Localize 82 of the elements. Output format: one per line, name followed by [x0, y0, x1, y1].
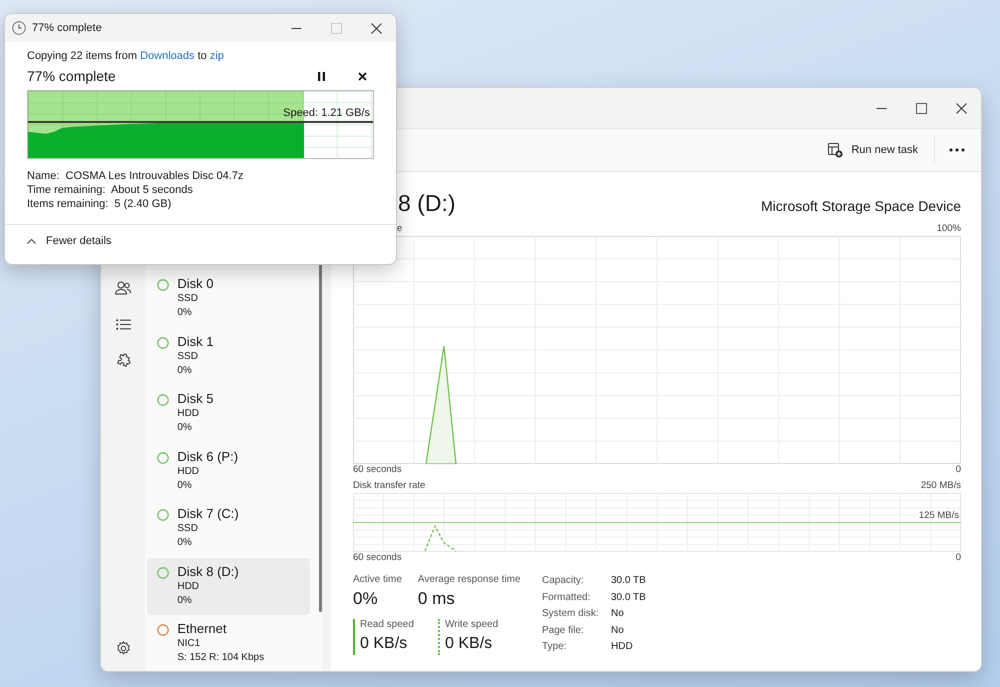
device-name: Disk 0 [177, 276, 214, 292]
device-name: Disk 5 [177, 391, 214, 408]
device-usage: 0% [177, 594, 193, 608]
close-icon [370, 22, 382, 34]
chart-min-label: 0 [956, 552, 961, 564]
chart-label: Disk transfer rate [353, 480, 426, 492]
fewer-details-button[interactable]: Fewer details [27, 235, 112, 247]
property-value: No [611, 607, 625, 622]
device-name: Disk 6 (P:) [177, 448, 238, 465]
property-label: Type: [542, 640, 568, 654]
chart-max-label: 100% [936, 223, 961, 235]
property-value: HDD [611, 640, 634, 654]
device-type: SSD [177, 522, 199, 536]
time-axis-label: 60 seconds [353, 552, 402, 564]
detail-text: Time remaining: About 5 seconds [27, 183, 194, 197]
property-label: Capacity: [542, 574, 585, 588]
device-type: HDD [177, 407, 200, 422]
speed-value: 0 KB/s [445, 635, 494, 653]
property-label: Formatted: [542, 590, 592, 605]
property-value: 30.0 TB [611, 590, 646, 605]
detail-text: Name: COSMA Les Introuvables Disc 04.7z [27, 169, 244, 183]
close-icon [358, 72, 366, 80]
speed-label: Speed: 1.21 GB/s [283, 107, 370, 119]
maximize-icon [916, 102, 926, 114]
puzzle-icon [116, 352, 131, 368]
chart-min-label: 0 [956, 464, 961, 476]
device-type: SSD [177, 292, 199, 306]
settings-icon [116, 640, 131, 656]
disk-title: 8 (D:) [398, 190, 456, 217]
source-link[interactable]: Downloads [140, 50, 195, 62]
property-value: No [611, 624, 625, 638]
close-icon [956, 102, 966, 114]
device-name: Disk 1 [177, 334, 214, 350]
stat-label: Active time [353, 574, 402, 585]
device-item[interactable]: Disk 1 SSD 0% [147, 328, 310, 386]
list-icon [116, 318, 131, 330]
run-new-task-button[interactable]: Run new task [820, 136, 926, 164]
chevron-up-icon [27, 238, 36, 244]
device-usage: S: 152 R: 104 Kbps [177, 651, 264, 666]
chart-label: e [396, 223, 402, 235]
device-usage: 0% [177, 478, 193, 493]
pause-icon [318, 72, 324, 80]
device-item[interactable]: Ethernet NIC1 S: 152 R: 104 Kbps [147, 615, 310, 671]
device-usage: 0% [177, 306, 193, 320]
property-label: System disk: [542, 607, 600, 622]
maximize-icon [330, 22, 342, 34]
device-type: HDD [177, 580, 200, 594]
device-item[interactable]: Disk 8 (D:) HDD 0% [147, 558, 310, 616]
stat-value: 0 ms [418, 589, 456, 609]
device-type: SSD [177, 350, 199, 364]
device-item[interactable]: Disk 5 HDD 0% [147, 385, 310, 443]
window-title: 77% complete [32, 22, 103, 34]
users-icon [115, 281, 132, 295]
chart-max-label: 250 MB/s [920, 480, 961, 492]
time-axis-label: 60 seconds [353, 464, 402, 476]
device-name: Ethernet [177, 621, 228, 638]
device-usage: 0% [177, 364, 193, 378]
device-type: NIC1 [177, 637, 202, 652]
speed-label: Read speed [360, 619, 415, 630]
clock-icon [12, 21, 26, 35]
device-item[interactable]: Disk 0 SSD 0% [147, 270, 310, 328]
disk-model: Microsoft Storage Space Device [761, 198, 961, 214]
device-usage: 0% [177, 421, 193, 436]
new-task-icon [828, 142, 844, 158]
device-name: Disk 7 (C:) [177, 506, 239, 522]
more-icon [949, 148, 965, 152]
detail-text: Items remaining: 5 (2.40 GB) [27, 197, 172, 211]
destination-link[interactable]: zip [210, 50, 224, 62]
device-usage: 0% [177, 536, 193, 550]
speed-label: Write speed [445, 619, 500, 630]
property-value: 30.0 TB [611, 574, 646, 588]
copy-summary: Copying 22 items from Downloads to zip [27, 50, 225, 62]
progress-status: 77% complete [27, 68, 117, 84]
device-type: HDD [177, 464, 200, 479]
stat-value: 0% [353, 589, 379, 609]
device-item[interactable]: Disk 7 (C:) SSD 0% [147, 500, 310, 558]
speed-value: 0 KB/s [360, 635, 408, 653]
chart-mid-label: 125 MB/s [918, 510, 959, 521]
stat-label: Average response time [418, 574, 521, 585]
property-label: Page file: [542, 624, 585, 638]
device-item[interactable]: Disk 6 (P:) HDD 0% [147, 442, 310, 500]
device-name: Disk 8 (D:) [177, 564, 239, 580]
